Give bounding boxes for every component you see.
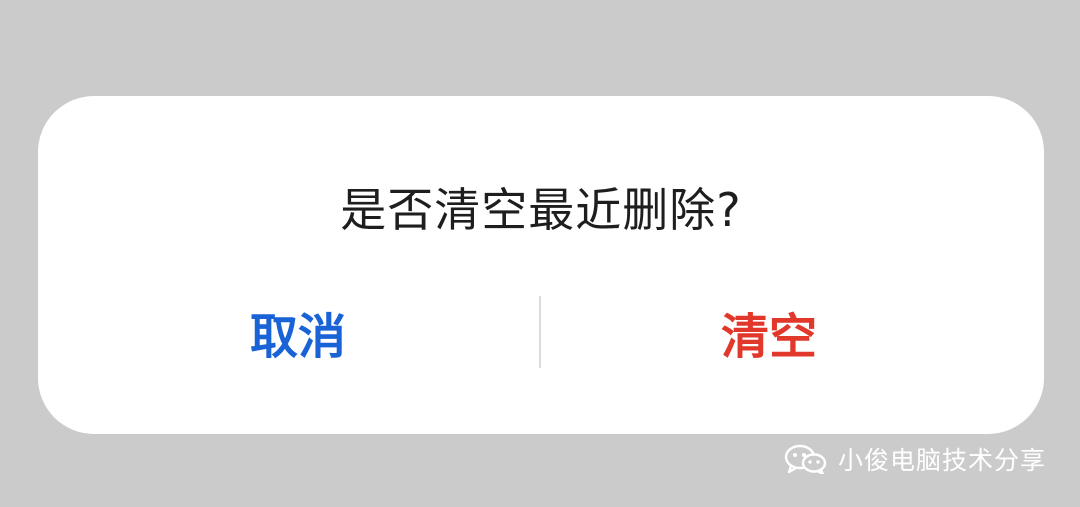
cancel-button[interactable]: 取消 [38, 296, 541, 368]
wechat-icon [784, 444, 828, 476]
clear-button[interactable]: 清空 [541, 296, 1044, 368]
watermark-text: 小俊电脑技术分享 [837, 446, 1046, 475]
dialog-title: 是否清空最近删除? [340, 183, 742, 237]
dialog-actions: 取消 清空 [38, 296, 1044, 368]
watermark: 小俊电脑技术分享 [784, 444, 1046, 476]
confirm-clear-dialog: 是否清空最近删除? 取消 清空 [38, 96, 1044, 434]
